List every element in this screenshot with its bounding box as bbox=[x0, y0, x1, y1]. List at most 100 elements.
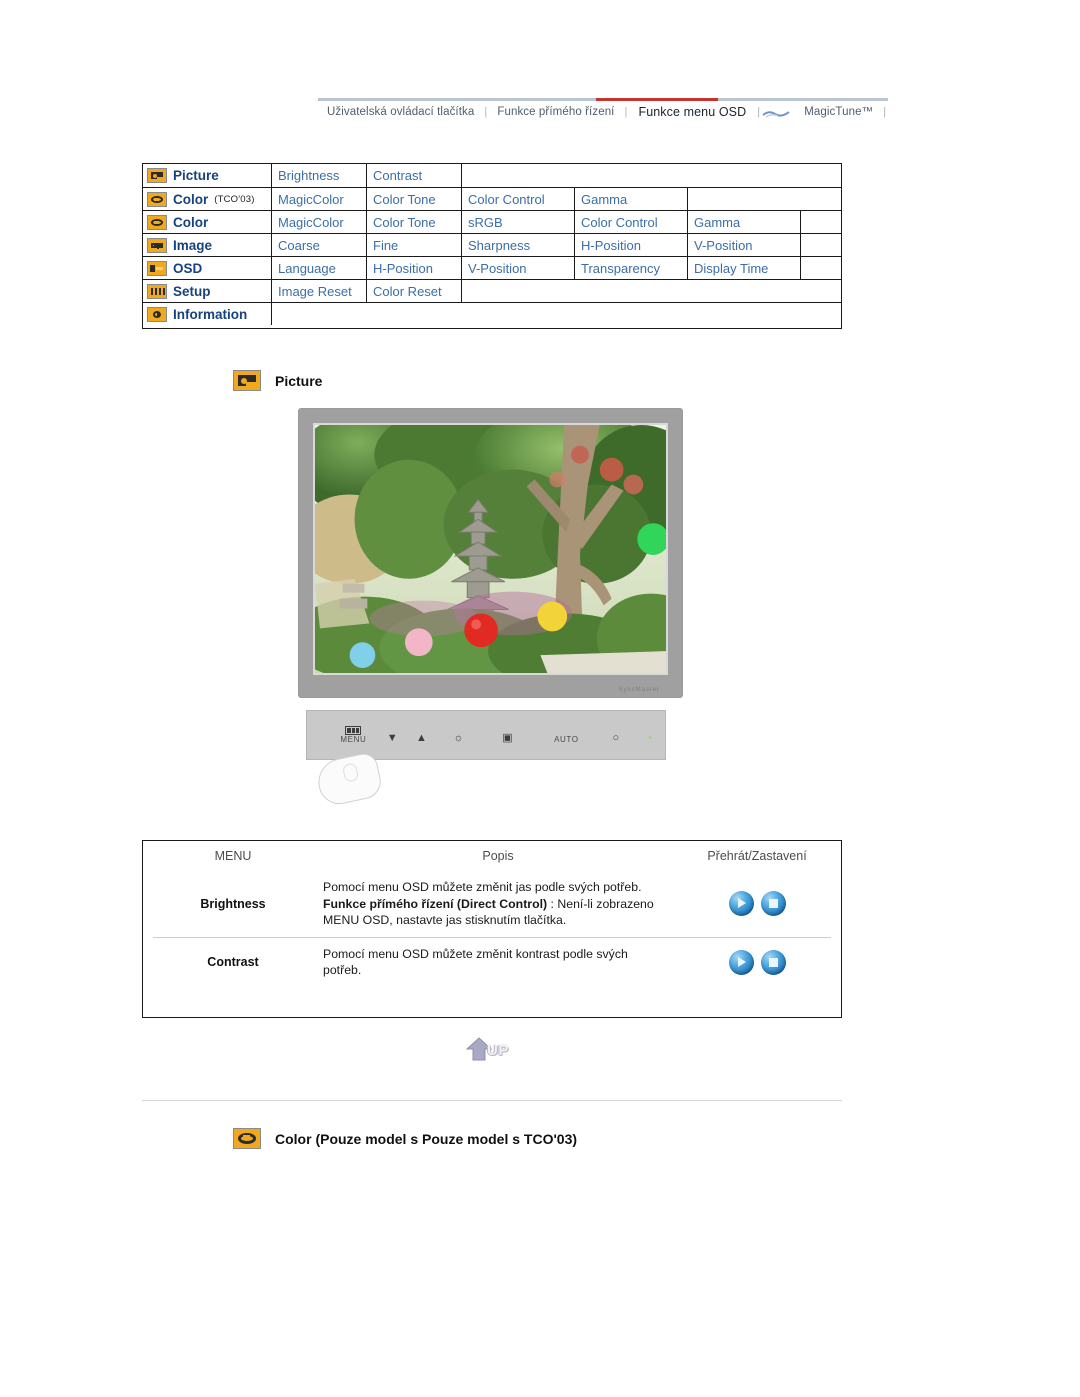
matrix-cell[interactable]: Color Reset bbox=[367, 280, 462, 302]
picture-icon bbox=[147, 168, 167, 183]
menu-icon bbox=[345, 726, 362, 735]
page-title: Color (Pouze model s Pouze model s TCO'0… bbox=[275, 1130, 578, 1147]
setup-icon bbox=[147, 283, 167, 299]
matrix-head-picture[interactable]: Picture bbox=[143, 164, 272, 187]
nav-item-magictune[interactable]: MagicTune™ bbox=[795, 104, 882, 120]
row-controls-brightness bbox=[673, 871, 841, 937]
matrix-cell[interactable]: Contrast bbox=[367, 164, 462, 187]
row-label-brightness: Brightness bbox=[200, 896, 266, 911]
matrix-cell[interactable]: Color Tone bbox=[367, 211, 462, 233]
matrix-cell[interactable]: V-Position bbox=[462, 257, 575, 279]
brightness-icon: ☼ bbox=[453, 732, 465, 744]
monitor-control-panel: MENU ▼ ▲ ☼ ▣ AUTO ○ ▪ bbox=[306, 710, 666, 760]
matrix-cell[interactable]: Transparency bbox=[575, 257, 688, 279]
osd-menu-matrix: Picture Brightness Contrast Color (TCO'0… bbox=[142, 163, 842, 329]
nav-separator: | bbox=[883, 106, 887, 118]
magictune-logo-icon bbox=[761, 108, 791, 119]
matrix-head-color[interactable]: Color bbox=[143, 211, 272, 233]
matrix-cell[interactable]: MagicColor bbox=[272, 188, 367, 210]
matrix-cell-empty bbox=[272, 303, 841, 325]
matrix-cell[interactable]: H-Position bbox=[367, 257, 462, 279]
picture-section-heading: Picture bbox=[233, 370, 322, 391]
table-row: Color (TCO'03) MagicColor Color Tone Col… bbox=[143, 187, 841, 210]
table-row: Contrast Pomocí menu OSD můžete změnit k… bbox=[143, 938, 841, 987]
auto-button[interactable]: AUTO bbox=[536, 735, 597, 744]
matrix-cell[interactable]: Gamma bbox=[575, 188, 688, 210]
matrix-head-image[interactable]: Image bbox=[143, 234, 272, 256]
brightness-button[interactable]: ☼ bbox=[438, 732, 479, 744]
row-description-contrast: Pomocí menu OSD můžete změnit kontrast p… bbox=[323, 938, 673, 987]
nav-item-user-controls[interactable]: Uživatelská ovládací tlačítka bbox=[318, 104, 483, 120]
desc-text-part1: Pomocí menu OSD můžete změnit jas podle … bbox=[323, 880, 642, 894]
top-navigation: Uživatelská ovládací tlačítka | Funkce p… bbox=[318, 98, 888, 128]
monitor-screen bbox=[313, 423, 668, 675]
matrix-cell[interactable]: Display Time bbox=[688, 257, 801, 279]
matrix-cell[interactable]: Gamma bbox=[688, 211, 801, 233]
matrix-cell[interactable]: Language bbox=[272, 257, 367, 279]
matrix-cell[interactable]: MagicColor bbox=[272, 211, 367, 233]
table-row: Color MagicColor Color Tone sRGB Color C… bbox=[143, 210, 841, 233]
matrix-head-color-tco[interactable]: Color (TCO'03) bbox=[143, 188, 272, 210]
nav-item-osd-menu[interactable]: Funkce menu OSD bbox=[628, 105, 756, 119]
stop-icon[interactable] bbox=[760, 891, 786, 917]
column-header-play-stop: Přehrát/Zastavení bbox=[707, 849, 807, 863]
play-icon[interactable] bbox=[728, 891, 754, 917]
source-icon: ▣ bbox=[502, 732, 514, 744]
image-icon bbox=[147, 237, 167, 253]
table-row: Setup Image Reset Color Reset bbox=[143, 279, 841, 302]
matrix-head-label: Setup bbox=[173, 283, 211, 299]
up-button[interactable]: ▲ bbox=[405, 732, 438, 744]
nav-accent-rule bbox=[318, 98, 888, 101]
row-controls-contrast bbox=[673, 938, 841, 987]
menu-button[interactable]: MENU bbox=[327, 726, 380, 744]
nav-item-direct-control[interactable]: Funkce přímého řízení bbox=[488, 104, 623, 120]
matrix-head-setup[interactable]: Setup bbox=[143, 280, 272, 302]
matrix-cell[interactable]: Color Tone bbox=[367, 188, 462, 210]
table-row: Brightness Pomocí menu OSD můžete změnit… bbox=[143, 871, 841, 937]
chevron-up-icon: ▲ bbox=[416, 732, 428, 744]
auto-button-label: AUTO bbox=[554, 735, 579, 744]
matrix-cell[interactable]: Sharpness bbox=[462, 234, 575, 256]
description-table: MENU Popis Přehrát/Zastavení Brightness … bbox=[142, 840, 842, 1018]
matrix-cell-empty bbox=[801, 234, 841, 256]
color-icon bbox=[147, 214, 167, 230]
matrix-cell[interactable]: Color Control bbox=[462, 188, 575, 210]
matrix-cell[interactable]: Image Reset bbox=[272, 280, 367, 302]
color-icon bbox=[233, 1128, 261, 1149]
matrix-cell[interactable]: Color Control bbox=[575, 211, 688, 233]
row-description-brightness: Pomocí menu OSD můžete změnit jas podle … bbox=[323, 871, 673, 937]
up-button[interactable]: UP bbox=[465, 1035, 527, 1065]
matrix-head-label: Picture bbox=[173, 168, 219, 183]
matrix-head-label: Color bbox=[173, 191, 209, 207]
matrix-cell[interactable]: Coarse bbox=[272, 234, 367, 256]
up-button-label: UP bbox=[487, 1042, 509, 1059]
chevron-down-icon: ▼ bbox=[386, 732, 399, 744]
row-label-contrast: Contrast bbox=[207, 955, 259, 969]
table-row: Information bbox=[143, 302, 841, 325]
source-button[interactable]: ▣ bbox=[479, 732, 536, 744]
color-section-heading: Color (Pouze model s Pouze model s TCO'0… bbox=[233, 1128, 577, 1149]
matrix-cell[interactable]: V-Position bbox=[688, 234, 801, 256]
matrix-cell[interactable]: H-Position bbox=[575, 234, 688, 256]
matrix-cell-empty bbox=[801, 257, 841, 279]
matrix-cell-empty bbox=[462, 280, 841, 302]
table-header-row: MENU Popis Přehrát/Zastavení bbox=[143, 841, 841, 871]
down-button[interactable]: ▼ bbox=[380, 732, 405, 744]
led-icon: ▪ bbox=[648, 732, 653, 744]
play-icon[interactable] bbox=[728, 949, 754, 975]
menu-button-label: MENU bbox=[340, 735, 367, 744]
color-icon bbox=[147, 191, 167, 207]
stop-icon[interactable] bbox=[760, 949, 786, 975]
matrix-head-osd[interactable]: OSD bbox=[143, 257, 272, 279]
matrix-cell[interactable]: Fine bbox=[367, 234, 462, 256]
table-row: Picture Brightness Contrast bbox=[143, 164, 841, 187]
matrix-cell[interactable]: Brightness bbox=[272, 164, 367, 187]
power-button[interactable]: ○ bbox=[597, 732, 636, 744]
power-led: ▪ bbox=[636, 732, 665, 744]
section-divider bbox=[142, 1100, 842, 1101]
matrix-head-label: Information bbox=[173, 306, 248, 322]
matrix-cell[interactable]: sRGB bbox=[462, 211, 575, 233]
table-row: OSD Language H-Position V-Position Trans… bbox=[143, 256, 841, 279]
matrix-head-sublabel: (TCO'03) bbox=[214, 193, 255, 205]
matrix-head-information[interactable]: Information bbox=[143, 303, 272, 325]
